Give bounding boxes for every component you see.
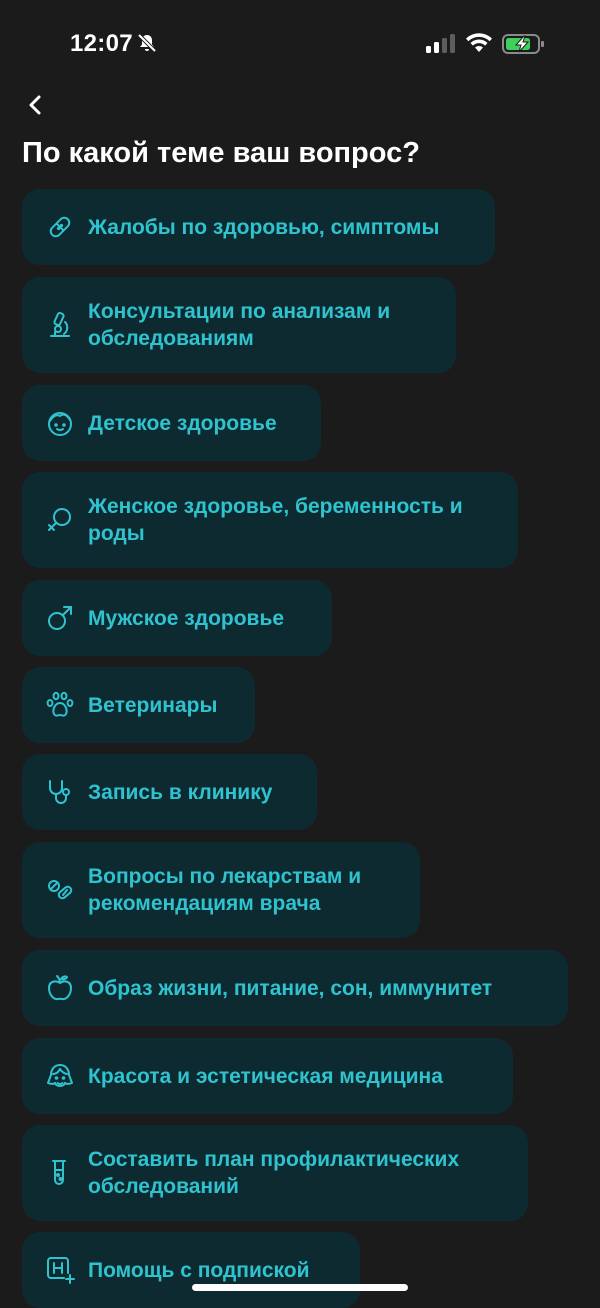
home-indicator[interactable]	[192, 1284, 408, 1291]
topic-label: Консультации по анализам и обследованиям	[88, 300, 391, 350]
topic-label: Вопросы по лекарствам и рекомендациям вр…	[88, 865, 362, 915]
bandage-icon	[44, 211, 76, 243]
chevron-left-icon	[29, 95, 41, 115]
topic-label: Жалобы по здоровью, симптомы	[88, 215, 440, 239]
status-time: 12:07	[70, 30, 133, 57]
topic-lifestyle[interactable]: Образ жизни, питание, сон, иммунитет	[22, 950, 568, 1026]
woman-face-icon	[44, 1060, 76, 1092]
wifi-icon	[465, 32, 493, 59]
topic-label: Помощь с подпиской	[88, 1258, 310, 1282]
topic-tests[interactable]: Консультации по анализам и обследованиям	[22, 277, 456, 373]
child-face-icon	[44, 407, 76, 439]
topic-label: Образ жизни, питание, сон, иммунитет	[88, 976, 493, 1000]
pills-icon	[44, 874, 76, 906]
page-title: По какой теме ваш вопрос?	[22, 137, 420, 169]
bell-slash-icon	[136, 32, 158, 59]
test-tube-icon	[44, 1157, 76, 1189]
topic-label: Составить план профилактических обследов…	[88, 1148, 460, 1198]
battery-charging-icon	[502, 33, 546, 60]
microscope-icon	[44, 309, 76, 341]
topic-beauty[interactable]: Красота и эстетическая медицина	[22, 1038, 513, 1114]
topic-clinic[interactable]: Запись в клинику	[22, 754, 317, 830]
cellular-signal-icon	[426, 34, 455, 53]
topic-symptoms[interactable]: Жалобы по здоровью, симптомы	[22, 189, 495, 265]
topic-label: Запись в клинику	[88, 780, 273, 804]
female-symbol-icon	[44, 504, 76, 536]
apple-icon	[44, 972, 76, 1004]
hospital-plus-icon	[44, 1254, 76, 1286]
topic-subscription-help[interactable]: Помощь с подпиской	[22, 1232, 360, 1308]
male-symbol-icon	[44, 602, 76, 634]
topic-men[interactable]: Мужское здоровье	[22, 580, 332, 656]
topic-medicines[interactable]: Вопросы по лекарствам и рекомендациям вр…	[22, 842, 420, 938]
topic-label: Ветеринары	[88, 693, 218, 717]
status-bar: 12:07	[0, 0, 600, 90]
paw-icon	[44, 689, 76, 721]
topic-label: Детское здоровье	[88, 411, 277, 435]
back-button[interactable]	[18, 88, 52, 122]
stethoscope-icon	[44, 776, 76, 808]
topic-prevention-plan[interactable]: Составить план профилактических обследов…	[22, 1125, 528, 1221]
topic-label: Мужское здоровье	[88, 606, 285, 630]
topic-vets[interactable]: Ветеринары	[22, 667, 255, 743]
topic-women[interactable]: Женское здоровье, беременность и роды	[22, 472, 518, 568]
topic-label: Женское здоровье, беременность и роды	[88, 495, 463, 545]
topic-children[interactable]: Детское здоровье	[22, 385, 321, 461]
topic-label: Красота и эстетическая медицина	[88, 1064, 443, 1088]
